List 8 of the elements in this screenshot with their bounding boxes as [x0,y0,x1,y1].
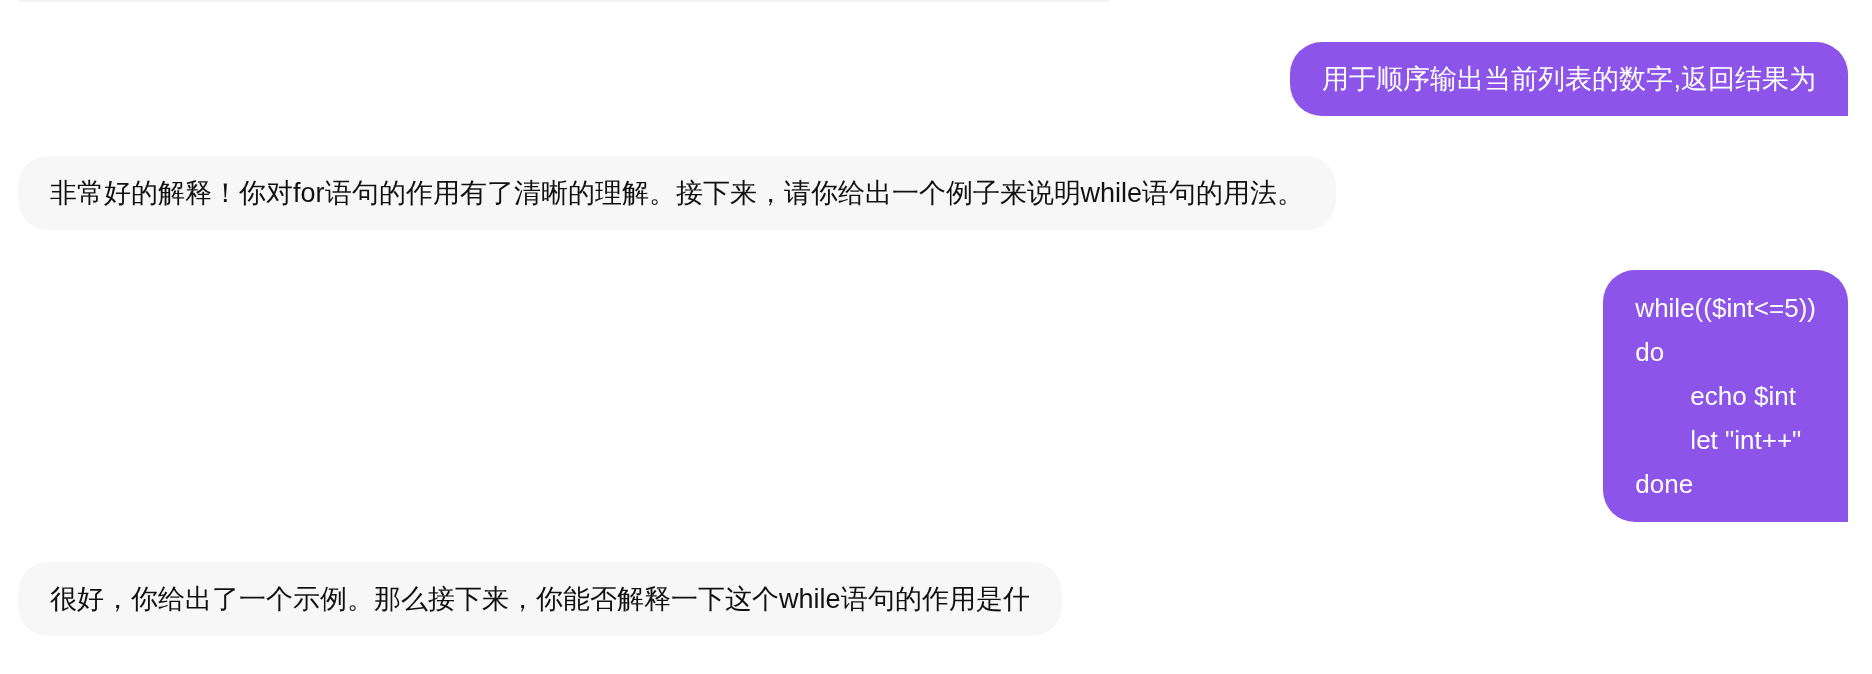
code-line: do [1635,336,1666,369]
assistant-message: 很好，你给出了一个示例。那么接下来，你能否解释一下这个while语句的作用是什 [18,562,1062,636]
code-line: while(($int<=5)) [1635,292,1816,325]
code-line: let "int++" [1689,424,1803,457]
assistant-message: 非常好的解释！你对for语句的作用有了清晰的理解。接下来，请你给出一个例子来说明while语句的用法。 [18,156,1337,230]
code-line: echo $int [1689,380,1797,413]
code-line: done [1635,468,1695,501]
user-message: 用于顺序输出当前列表的数字,返回结果为 [1290,42,1848,116]
